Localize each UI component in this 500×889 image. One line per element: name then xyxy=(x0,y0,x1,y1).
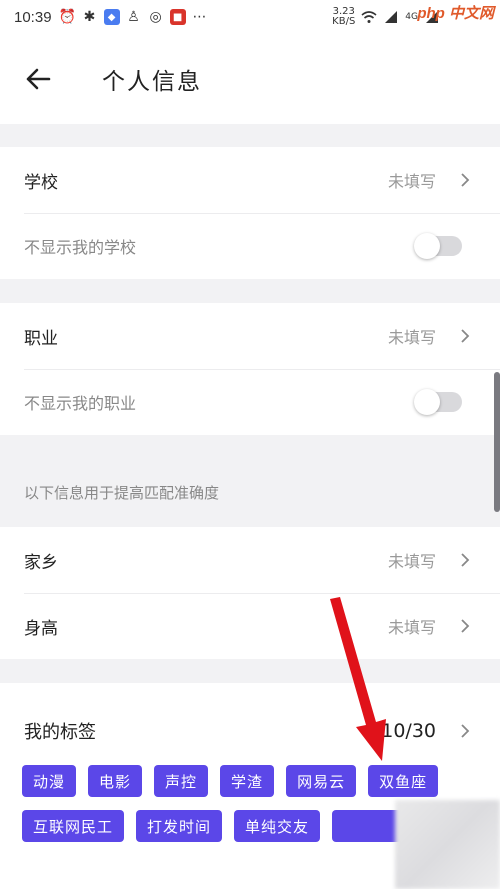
career-section: 职业 未填写 不显示我的职业 xyxy=(0,303,500,435)
career-row[interactable]: 职业 未填写 xyxy=(0,303,500,369)
hometown-label: 家乡 xyxy=(24,552,58,573)
tag-chip[interactable]: 动漫 xyxy=(22,765,77,797)
alarm-icon: ⏰ xyxy=(58,9,77,25)
toggle-knob xyxy=(414,389,440,415)
tags-count: 10/30 xyxy=(381,719,436,742)
school-value: 未填写 xyxy=(387,172,436,191)
chevron-right-icon xyxy=(454,169,476,191)
match-hint-text: 以下信息用于提高匹配准确度 xyxy=(24,484,220,502)
bluetooth-icon: ✱ xyxy=(83,9,96,25)
more-icon: ⋯ xyxy=(192,9,207,25)
hide-school-toggle[interactable] xyxy=(414,233,462,259)
chevron-right-icon xyxy=(454,720,476,742)
hide-school-row: 不显示我的学校 xyxy=(0,213,500,279)
profile-extra-section: 家乡 未填写 身高 未填写 xyxy=(0,527,500,659)
scroll-indicator xyxy=(494,372,500,512)
tag-chip-hidden[interactable] xyxy=(332,810,403,842)
back-button[interactable] xyxy=(8,49,68,109)
net-speed: 3.23 KB/S xyxy=(332,6,356,27)
weibo-icon: ◎ xyxy=(149,9,162,25)
school-section: 学校 未填写 不显示我的学校 xyxy=(0,147,500,279)
hide-school-label: 不显示我的学校 xyxy=(24,238,137,257)
toggle-knob xyxy=(414,233,440,259)
hide-career-label: 不显示我的职业 xyxy=(24,394,137,413)
arrow-left-icon xyxy=(26,68,51,90)
school-row[interactable]: 学校 未填写 xyxy=(0,147,500,213)
hometown-row[interactable]: 家乡 未填写 xyxy=(0,527,500,593)
tag-chip[interactable]: 电影 xyxy=(88,765,143,797)
hometown-value: 未填写 xyxy=(387,552,436,571)
height-value: 未填写 xyxy=(387,618,436,637)
career-label: 职业 xyxy=(24,328,58,349)
hide-career-row: 不显示我的职业 xyxy=(0,369,500,435)
tags-label: 我的标签 xyxy=(24,721,96,743)
tags-header-row[interactable]: 我的标签 10/30 xyxy=(0,683,500,778)
tag-chip[interactable]: 网易云 xyxy=(286,765,357,797)
hide-career-toggle[interactable] xyxy=(414,389,462,415)
school-label: 学校 xyxy=(24,172,58,193)
chevron-right-icon xyxy=(454,549,476,571)
tag-chip[interactable]: 双鱼座 xyxy=(368,765,439,797)
tag-chip[interactable]: 互联网民工 xyxy=(22,810,125,842)
tag-chip[interactable]: 打发时间 xyxy=(136,810,223,842)
status-bar: 10:39 ⏰ ✱ ◆ ♙ ◎ ■ ⋯ 3.23 KB/S 4G php 中文网 xyxy=(0,0,500,34)
wifi-icon xyxy=(361,9,377,25)
signal-icon xyxy=(383,9,399,25)
height-row[interactable]: 身高 未填写 xyxy=(0,593,500,659)
chevron-right-icon xyxy=(454,325,476,347)
tag-chip[interactable]: 学渣 xyxy=(220,765,275,797)
page-title: 个人信息 xyxy=(102,69,202,95)
app-red-icon: ■ xyxy=(169,9,186,25)
tag-row: 动漫 电影 声控 学渣 网易云 双鱼座 xyxy=(22,765,482,797)
chevron-right-icon xyxy=(454,615,476,637)
watermark-blur xyxy=(395,800,500,889)
tag-chip[interactable]: 单纯交友 xyxy=(234,810,321,842)
career-value: 未填写 xyxy=(387,328,436,347)
status-time: 10:39 xyxy=(14,8,52,26)
shield-app-icon: ◆ xyxy=(103,9,120,25)
watermark-logo: php 中文网 xyxy=(417,5,494,22)
top-app-bar: 个人信息 xyxy=(0,34,500,124)
height-label: 身高 xyxy=(24,618,58,639)
qq-icon: ♙ xyxy=(127,9,140,25)
tag-chip[interactable]: 声控 xyxy=(154,765,209,797)
